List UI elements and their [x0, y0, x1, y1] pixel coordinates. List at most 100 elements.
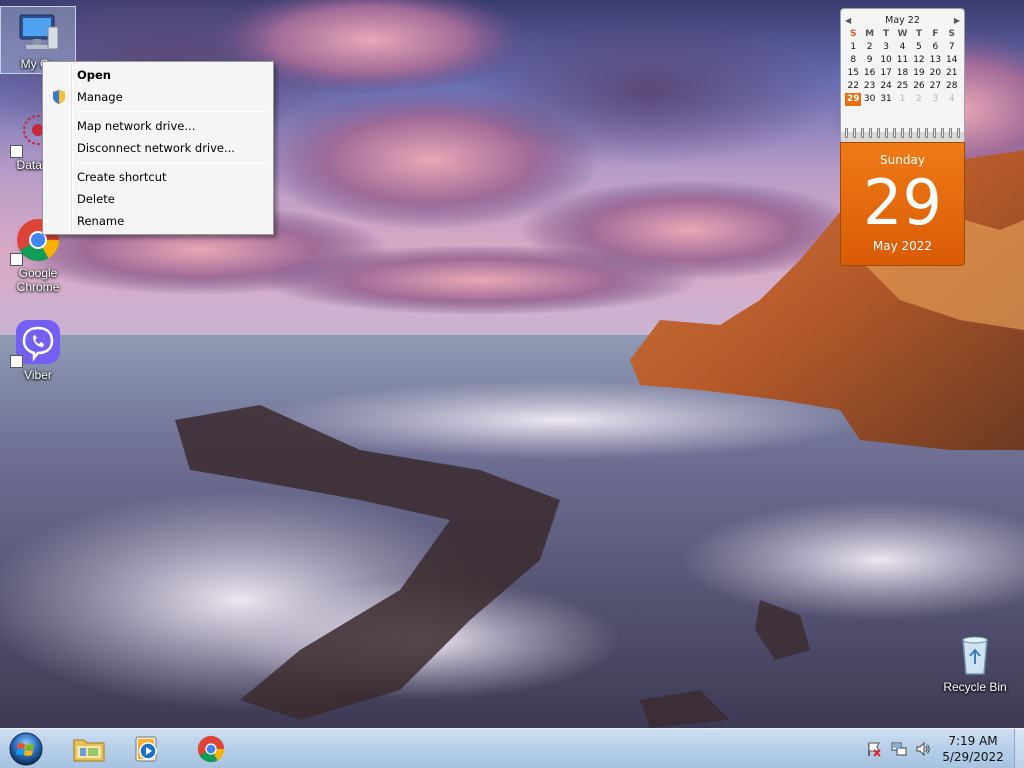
- menu-item-rename[interactable]: Rename: [45, 210, 271, 232]
- calendar-day[interactable]: 28: [944, 80, 960, 93]
- menu-item-disconnect-network-drive[interactable]: Disconnect network drive...: [45, 137, 271, 159]
- previous-month-icon[interactable]: ◀: [845, 16, 851, 25]
- clock-date: 5/29/2022: [942, 750, 1004, 764]
- calendar-day[interactable]: 22: [845, 80, 861, 93]
- calendar-day-number: 29: [863, 166, 942, 239]
- calendar-day[interactable]: 2: [861, 41, 877, 54]
- volume-icon[interactable]: [915, 741, 931, 757]
- show-desktop-button[interactable]: [1014, 729, 1024, 768]
- menu-item-delete[interactable]: Delete: [45, 188, 271, 210]
- calendar-day[interactable]: 7: [944, 41, 960, 54]
- menu-item-label: Open: [77, 68, 111, 82]
- calendar-day[interactable]: 12: [911, 54, 927, 67]
- binder-ring: [933, 128, 936, 138]
- menu-item-label: Rename: [77, 214, 125, 228]
- calendar-day[interactable]: 3: [878, 41, 894, 54]
- calendar-day[interactable]: 8: [845, 54, 861, 67]
- binder-ring: [917, 128, 920, 138]
- calendar-gadget[interactable]: ◀ May 22 ▶ S M T W T F S 1 2 3 4 5 6 7 8 9 10 11 12 13 14 15 1…: [840, 8, 965, 266]
- binder-ring: [893, 128, 896, 138]
- binder-ring: [845, 128, 848, 138]
- calendar-day[interactable]: 9: [861, 54, 877, 67]
- folder-icon: [73, 739, 105, 762]
- calendar-day-view: Sunday 29 May 2022: [840, 142, 965, 266]
- binder-ring: [869, 128, 872, 138]
- desktop-icon-viber[interactable]: Viber: [0, 318, 76, 386]
- menu-item-open[interactable]: Open: [45, 64, 271, 86]
- desktop-icon-recycle-bin[interactable]: Recycle Bin: [937, 630, 1013, 698]
- calendar-day[interactable]: 6: [927, 41, 943, 54]
- calendar-day[interactable]: 14: [944, 54, 960, 67]
- taskbar-clock[interactable]: 7:19 AM 5/29/2022: [930, 733, 1016, 765]
- uac-shield-icon: [51, 89, 67, 105]
- shortcut-arrow-icon: [10, 355, 23, 368]
- desktop-icon-label: Recycle Bin: [943, 680, 1007, 694]
- menu-separator: [76, 162, 269, 163]
- calendar-day[interactable]: 19: [911, 67, 927, 80]
- calendar-day[interactable]: 15: [845, 67, 861, 80]
- menu-item-create-shortcut[interactable]: Create shortcut: [45, 166, 271, 188]
- calendar-day[interactable]: 23: [861, 80, 877, 93]
- desktop-icon-label-line1: Google: [18, 266, 58, 280]
- calendar-day[interactable]: 18: [894, 67, 910, 80]
- binder-ring: [941, 128, 944, 138]
- binder-ring: [909, 128, 912, 138]
- taskbar-file-explorer[interactable]: [62, 731, 116, 767]
- taskbar-media-player[interactable]: [120, 731, 174, 767]
- calendar-weekday-header: W: [897, 29, 908, 39]
- next-month-icon[interactable]: ▶: [954, 16, 960, 25]
- binder-ring: [901, 128, 904, 138]
- calendar-day[interactable]: 3: [927, 93, 943, 106]
- calendar-day[interactable]: 24: [878, 80, 894, 93]
- calendar-weekday-header: S: [849, 29, 857, 39]
- calendar-day[interactable]: 27: [927, 80, 943, 93]
- calendar-day[interactable]: 30: [861, 93, 877, 106]
- menu-item-label: Create shortcut: [77, 170, 167, 184]
- clock-time: 7:19 AM: [948, 734, 998, 748]
- calendar-day[interactable]: 26: [911, 80, 927, 93]
- calendar-day[interactable]: 16: [861, 67, 877, 80]
- network-icon[interactable]: [891, 741, 907, 757]
- calendar-weekday-header: T: [882, 29, 890, 39]
- calendar-day[interactable]: 5: [911, 41, 927, 54]
- shortcut-arrow-icon: [10, 253, 23, 266]
- computer-icon: [14, 7, 62, 55]
- calendar-day[interactable]: 31: [878, 93, 894, 106]
- menu-item-label: Disconnect network drive...: [77, 141, 235, 155]
- calendar-day[interactable]: 2: [911, 93, 927, 106]
- calendar-day[interactable]: 10: [878, 54, 894, 67]
- calendar-month-year: May 2022: [872, 239, 933, 253]
- menu-item-manage[interactable]: Manage: [45, 86, 271, 108]
- action-center-flag-icon[interactable]: [866, 741, 882, 757]
- calendar-day[interactable]: 13: [927, 54, 943, 67]
- calendar-day[interactable]: 21: [944, 67, 960, 80]
- calendar-day[interactable]: 20: [927, 67, 943, 80]
- shortcut-arrow-icon: [10, 145, 23, 158]
- calendar-weekday-header: F: [932, 29, 939, 39]
- calendar-day[interactable]: 25: [894, 80, 910, 93]
- binder-ring: [925, 128, 928, 138]
- calendar-grid: S M T W T F S 1 2 3 4 5 6 7 8 9 10 11 12 13 14 15 16 17 18 19 20 21…: [845, 28, 960, 106]
- calendar-month-view: ◀ May 22 ▶ S M T W T F S 1 2 3 4 5 6 7 8 9 10 11 12 13 14 15 1…: [840, 8, 965, 132]
- calendar-day[interactable]: 1: [845, 41, 861, 54]
- menu-item-label: Delete: [77, 192, 115, 206]
- calendar-day[interactable]: 4: [894, 41, 910, 54]
- menu-separator: [76, 111, 269, 112]
- calendar-day[interactable]: 11: [894, 54, 910, 67]
- calendar-day-today[interactable]: 29: [845, 93, 862, 106]
- binder-ring: [861, 128, 864, 138]
- binder-ring: [853, 128, 856, 138]
- binder-ring: [957, 128, 960, 138]
- desktop-icon-label-line2: Chrome: [16, 280, 60, 294]
- calendar-weekday-header: T: [915, 29, 922, 39]
- start-button[interactable]: [4, 731, 48, 767]
- calendar-weekday-header: M: [865, 29, 875, 39]
- calendar-day[interactable]: 4: [944, 93, 960, 106]
- calendar-day[interactable]: 1: [894, 93, 910, 106]
- menu-item-map-network-drive[interactable]: Map network drive...: [45, 115, 271, 137]
- calendar-day[interactable]: 17: [878, 67, 894, 80]
- chrome-icon: [197, 735, 225, 763]
- calendar-month-title[interactable]: May 22: [885, 15, 920, 26]
- media-player-icon: [135, 736, 157, 762]
- taskbar-google-chrome[interactable]: [184, 731, 238, 767]
